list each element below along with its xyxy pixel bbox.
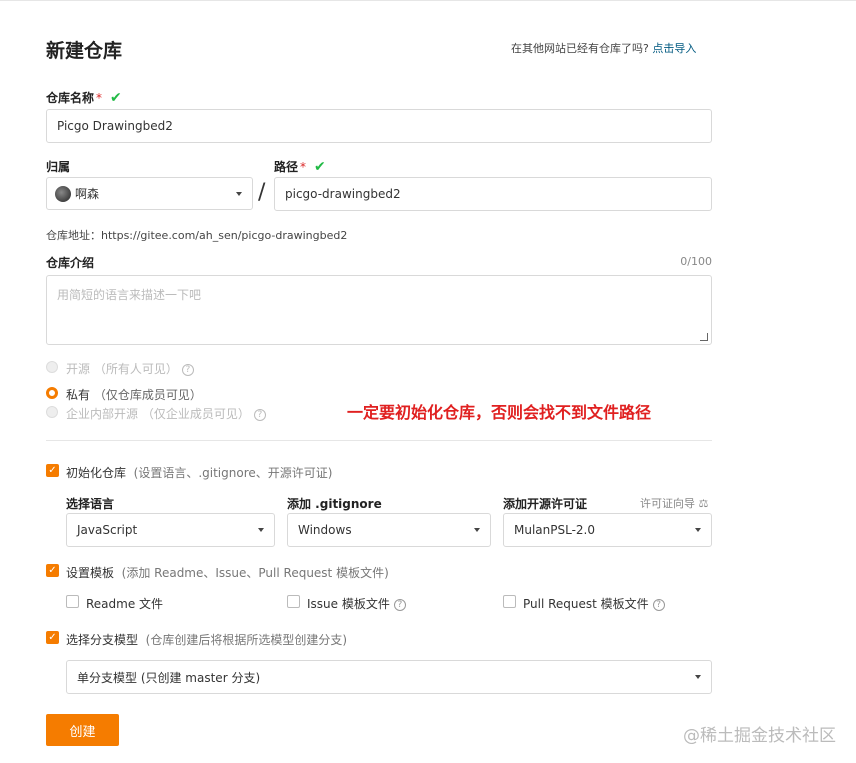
avatar <box>55 185 71 202</box>
help-icon[interactable]: ? <box>393 598 406 611</box>
annotation-text: 一定要初始化仓库，否则会找不到文件路径 <box>347 403 652 422</box>
path-input[interactable]: picgo-drawingbed2 <box>274 177 712 211</box>
license-guide-link[interactable]: 许可证向导 ⚖ <box>640 495 708 511</box>
chevron-down-icon <box>695 675 701 679</box>
chevron-down-icon <box>236 191 242 196</box>
intro-counter: 0/100 <box>680 255 712 268</box>
repo-name-label: 仓库名称 * ✔ <box>46 90 122 106</box>
resize-handle[interactable] <box>700 333 708 341</box>
gitignore-select[interactable]: Windows <box>287 513 491 547</box>
radio-open-source-label: 开源 （所有人可见）? <box>66 360 194 377</box>
init-repo-checkbox[interactable]: ✓ <box>46 464 59 477</box>
repo-name-input[interactable]: Picgo Drawingbed2 <box>46 109 712 143</box>
watermark: @稀土掘金技术社区 <box>683 726 836 746</box>
intro-label: 仓库介绍 <box>46 256 95 270</box>
license-label: 添加开源许可证 <box>503 497 588 511</box>
issue-template-checkbox[interactable] <box>287 595 300 608</box>
page-title: 新建仓库 <box>46 40 123 62</box>
repo-url: 仓库地址：https://gitee.com/ah_sen/picgo-draw… <box>46 229 348 242</box>
issue-template-label: Issue 模板文件? <box>307 595 406 612</box>
import-link[interactable]: 点击导入 <box>652 42 696 55</box>
import-prompt: 在其他网站已经有仓库了吗? 点击导入 <box>511 40 696 56</box>
branch-model-select[interactable]: 单分支模型 (只创建 master 分支) <box>66 660 712 694</box>
intro-textarea[interactable]: 用简短的语言来描述一下吧 <box>46 275 712 345</box>
template-checkbox[interactable]: ✓ <box>46 564 59 577</box>
radio-private[interactable] <box>46 387 58 399</box>
help-icon[interactable]: ? <box>181 363 194 376</box>
path-separator: / <box>258 180 266 205</box>
help-icon[interactable]: ? <box>253 408 266 421</box>
help-icon[interactable]: ? <box>652 598 665 611</box>
check-icon: ✔ <box>110 90 122 106</box>
owner-select[interactable]: 啊森 <box>46 177 253 210</box>
gitignore-label: 添加 .gitignore <box>287 497 382 511</box>
branch-model-checkbox[interactable]: ✓ <box>46 631 59 644</box>
radio-enterprise[interactable] <box>46 406 58 418</box>
readme-label: Readme 文件 <box>86 597 164 611</box>
check-icon: ✔ <box>314 159 326 175</box>
pr-template-label: Pull Request 模板文件? <box>523 595 665 612</box>
radio-private-label: 私有 （仅仓库成员可见） <box>66 388 202 402</box>
branch-model-label: 选择分支模型 (仓库创建后将根据所选模型创建分支) <box>66 633 348 647</box>
template-label: 设置模板 (添加 Readme、Issue、Pull Request 模板文件) <box>66 566 389 580</box>
readme-checkbox[interactable] <box>66 595 79 608</box>
path-label: 路径 * ✔ <box>274 159 326 175</box>
top-border <box>0 0 856 4</box>
divider <box>46 440 712 441</box>
scale-icon: ⚖ <box>698 497 709 510</box>
create-button[interactable]: 创建 <box>46 714 119 746</box>
license-select[interactable]: MulanPSL-2.0 <box>503 513 712 547</box>
radio-enterprise-label: 企业内部开源 （仅企业成员可见）? <box>66 405 266 422</box>
language-select[interactable]: JavaScript <box>66 513 275 547</box>
radio-open-source[interactable] <box>46 361 58 373</box>
owner-label: 归属 <box>46 160 71 174</box>
chevron-down-icon <box>258 528 264 532</box>
init-repo-label: 初始化仓库 (设置语言、.gitignore、开源许可证) <box>66 466 333 480</box>
import-text: 在其他网站已经有仓库了吗? <box>511 42 649 55</box>
pr-template-checkbox[interactable] <box>503 595 516 608</box>
chevron-down-icon <box>474 528 480 532</box>
language-label: 选择语言 <box>66 497 115 511</box>
chevron-down-icon <box>695 528 701 532</box>
